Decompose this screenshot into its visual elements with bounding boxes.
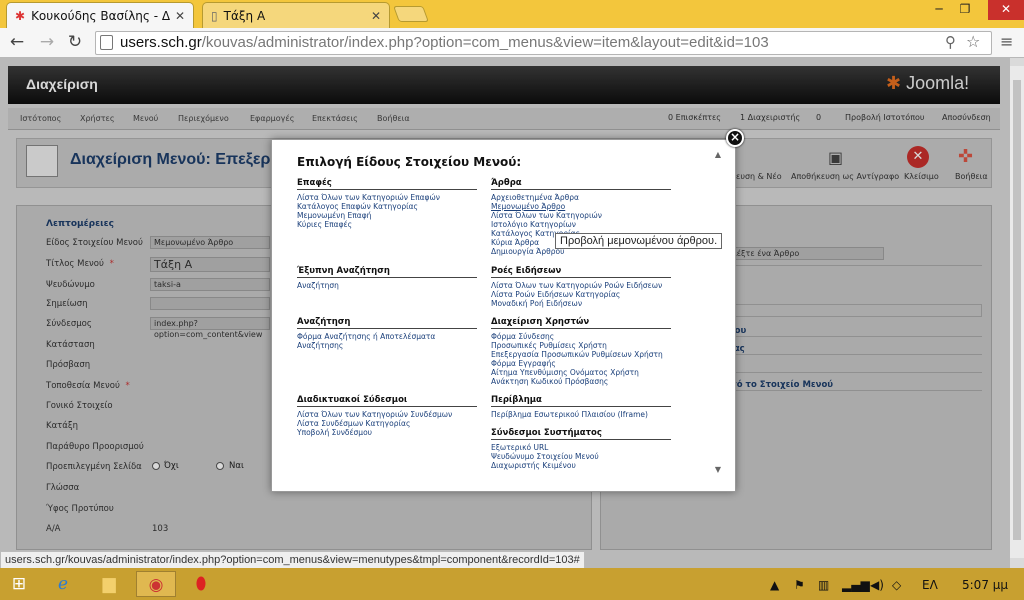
menu-type-link[interactable]: Υποβολή Συνδέσμου [297,428,477,437]
file-explorer-icon[interactable]: ▆ [94,571,124,597]
menu-type-link[interactable]: Κύριες Επαφές [297,220,477,229]
language-indicator[interactable]: ΕΛ [922,578,938,592]
signal-icon[interactable]: ▂▄▆ [842,578,870,592]
section-title: Αναζήτηση [297,317,477,329]
section-title: Έξυπνη Αναζήτηση [297,266,477,278]
tooltip: Προβολή μεμονωμένου άρθρου. [555,233,723,249]
device-icon[interactable]: ▥ [818,578,829,592]
menu-type-section: Περίβλημα Περίβλημα Εσωτερικού Πλαισίου (… [491,395,671,419]
modal-close-button[interactable]: × [726,129,744,147]
joomla-favicon-icon: ✱ [15,8,26,23]
page-scrollbar[interactable] [1010,66,1024,558]
modal-heading: Επιλογή Είδους Στοιχείου Μενού: [297,155,522,169]
url-host: users.sch.gr [120,34,202,51]
menu-type-section: Αναζήτηση Φόρμα Αναζήτησης ή Αποτελέσματα… [297,317,477,350]
section-title: Σύνδεσμοι Συστήματος [491,428,671,440]
menu-type-section: Διαχείριση Χρηστών Φόρμα Σύνδεσης Προσωπικ… [491,317,671,386]
menu-type-link[interactable]: Φόρμα Αναζήτησης ή Αποτελέσματα [297,332,477,341]
section-title: Ροές Ειδήσεων [491,266,671,278]
new-tab-button[interactable] [393,6,429,22]
menu-type-link[interactable]: Αίτημα Υπενθύμισης Ονόματος Χρήστη [491,368,671,377]
menu-type-link[interactable]: Αρχειοθετημένα Άρθρα [491,193,671,202]
menu-type-link[interactable]: Λίστα Συνδέσμων Κατηγορίας [297,419,477,428]
menu-type-link[interactable]: Ανάκτηση Κωδικού Πρόσβασης [491,377,671,386]
menu-type-link[interactable]: Φόρμα Σύνδεσης [491,332,671,341]
search-icon[interactable]: ⚲ [945,33,956,51]
menu-type-link[interactable]: Αναζήτηση [297,281,477,290]
scroll-up-icon[interactable]: ▲ [712,150,724,159]
close-tab-icon[interactable]: ✕ [371,9,381,23]
menu-type-link[interactable]: Αναζήτησης [297,341,477,350]
menu-type-section: Ροές Ειδήσεων Λίστα Όλων των Κατηγοριών Ρ… [491,266,671,308]
menu-type-link[interactable]: Ψευδώνυμο Στοιχείου Μενού [491,452,671,461]
forward-icon[interactable]: → [36,32,58,54]
menu-type-section: Επαφές Λίστα Όλων των Κατηγοριών Επαφών Κα… [297,178,477,229]
menu-type-link[interactable]: Λίστα Όλων των Κατηγοριών Επαφών [297,193,477,202]
menu-icon[interactable]: ≡ [1000,32,1013,51]
menu-type-link[interactable]: Μεμονωμένη Επαφή [297,211,477,220]
volume-icon[interactable]: ◀) [870,578,884,592]
page-icon: ▯ [211,8,218,23]
flag-icon[interactable]: ⚑ [794,578,805,592]
scroll-down-icon[interactable]: ▼ [712,465,724,474]
back-icon[interactable]: ← [6,32,28,54]
section-title: Άρθρα [491,178,671,190]
tray-expand-icon[interactable]: ▲ [770,578,779,592]
window-close-icon[interactable]: ✕ [988,0,1024,20]
address-bar[interactable]: users.sch.gr/kouvas/administrator/index.… [95,31,992,55]
opera-icon[interactable]: ⬮ [186,571,216,597]
reload-icon[interactable]: ↻ [64,32,86,54]
dropbox-icon[interactable]: ◇ [892,578,901,592]
browser-tab-active[interactable]: ✱ Κουκούδης Βασίλης - Δια ✕ [6,2,194,28]
chrome-icon[interactable]: ◉ [136,571,176,597]
menu-type-section: Διαδικτυακοί Σύδεσμοι Λίστα Όλων των Κατη… [297,395,477,437]
menu-type-link[interactable]: Προσωπικές Ρυθμίσεις Χρήστη [491,341,671,350]
status-url: users.sch.gr/kouvas/administrator/index.… [0,551,585,569]
bookmark-star-icon[interactable]: ☆ [966,32,980,51]
menu-type-section: Έξυπνη Αναζήτηση Αναζήτηση [297,266,477,290]
menu-type-link[interactable]: Λίστα Ροών Ειδήσεων Κατηγορίας [491,290,671,299]
internet-explorer-icon[interactable]: ℯ [48,571,78,597]
browser-tab-inactive[interactable]: ▯ Τάξη Α ✕ [202,2,390,28]
url-path: /kouvas/administrator/index.php?option=c… [201,34,769,51]
menu-type-link[interactable]: Λίστα Όλων των Κατηγοριών Ροών Ειδήσεων [491,281,671,290]
menu-type-link[interactable]: Διαχωριστής Κειμένου [491,461,671,470]
clock[interactable]: 5:07 μμ [962,578,1008,592]
close-tab-icon[interactable]: ✕ [175,9,185,23]
scrollbar-thumb[interactable] [1013,80,1021,540]
tab-title: Κουκούδης Βασίλης - Δια [31,8,172,23]
tab-title: Τάξη Α [223,8,266,23]
menu-type-link[interactable]: Εξωτερικό URL [491,443,671,452]
page-info-icon[interactable] [100,35,113,50]
section-title: Διαχείριση Χρηστών [491,317,671,329]
section-title: Επαφές [297,178,477,190]
menu-type-link[interactable]: Λίστα Όλων των Κατηγοριών Συνδέσμων [297,410,477,419]
menu-type-link[interactable]: Ιστολόγιο Κατηγορίων [491,220,671,229]
menu-type-link[interactable]: Κατάλογος Επαφών Κατηγορίας [297,202,477,211]
menu-type-link[interactable]: Μεμονωμένο Άρθρο [491,202,671,211]
menu-type-link[interactable]: Μοναδική Ροή Ειδήσεων [491,299,671,308]
start-icon[interactable]: ⊞ [4,571,34,597]
menu-type-link[interactable]: Λίστα Όλων των Κατηγοριών [491,211,671,220]
section-title: Περίβλημα [491,395,671,407]
maximize-icon[interactable]: ❐ [950,0,980,20]
modal-scrollbar[interactable]: ▲ ▼ [712,150,724,485]
menu-type-link[interactable]: Φόρμα Εγγραφής [491,359,671,368]
section-title: Διαδικτυακοί Σύδεσμοι [297,395,477,407]
menu-type-link[interactable]: Επεξεργασία Προσωπικών Ρυθμίσεων Χρήστη [491,350,671,359]
menu-type-section: Σύνδεσμοι Συστήματος Εξωτερικό URL Ψευδώνυ… [491,428,671,470]
menu-type-link[interactable]: Περίβλημα Εσωτερικού Πλαισίου (Iframe) [491,410,671,419]
